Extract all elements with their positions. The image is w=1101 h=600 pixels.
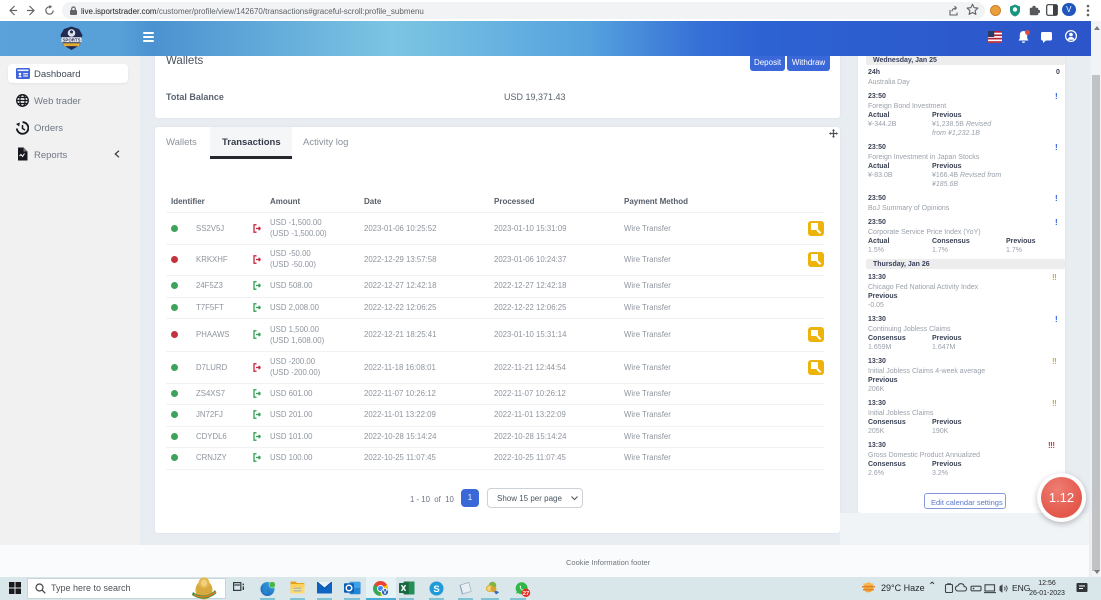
- svg-text:S: S: [433, 584, 439, 595]
- svg-text:27: 27: [523, 591, 529, 597]
- svg-text:SPORTS: SPORTS: [62, 37, 80, 42]
